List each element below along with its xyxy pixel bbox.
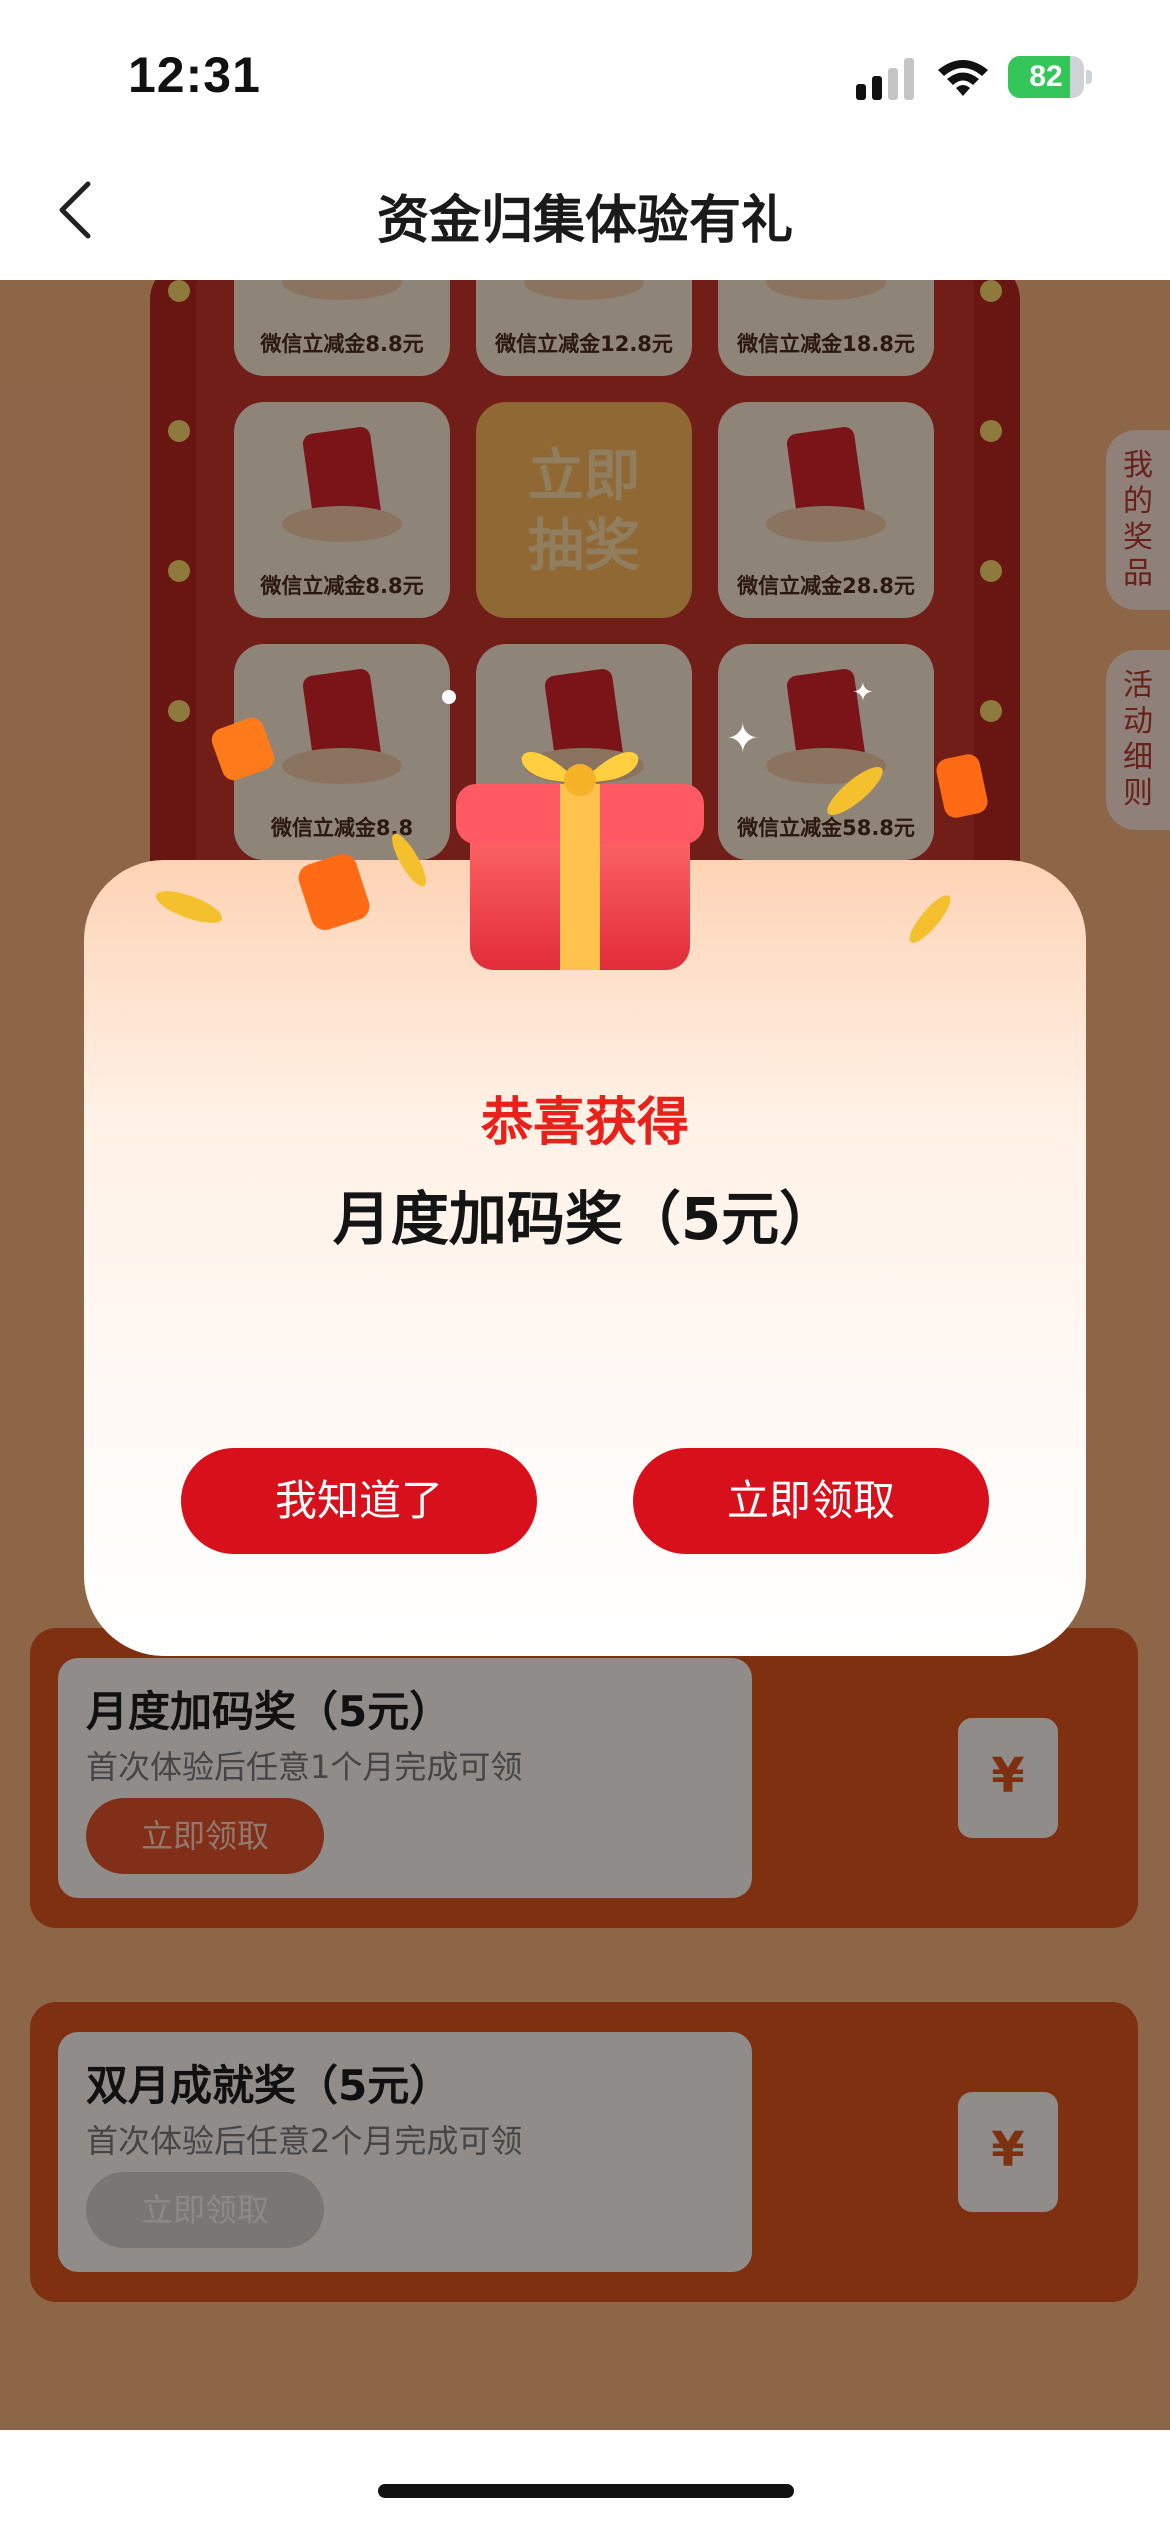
signal-icon [856, 58, 916, 100]
sparkle-icon: ✦ [852, 678, 874, 708]
home-indicator [378, 2484, 794, 2498]
page-title: 资金归集体验有礼 [376, 191, 793, 251]
sparkle-icon [442, 690, 456, 704]
status-time: 12:31 [128, 47, 261, 103]
congrats-text: 恭喜获得 [480, 1093, 689, 1153]
dismiss-button[interactable]: 我知道了 [181, 1448, 537, 1554]
gift-box-icon [430, 680, 730, 980]
nav-bar: 资金归集体验有礼 [0, 140, 1170, 280]
status-bar: 12:31 82 [0, 0, 1170, 140]
sparkle-icon: ✦ [726, 716, 760, 762]
wifi-icon [936, 56, 990, 100]
prize-text: 月度加码奖（5元） [332, 1185, 838, 1253]
battery-percent: 82 [1029, 60, 1063, 93]
claim-button[interactable]: 立即领取 [633, 1448, 989, 1554]
battery-icon: 82 [1008, 56, 1092, 98]
